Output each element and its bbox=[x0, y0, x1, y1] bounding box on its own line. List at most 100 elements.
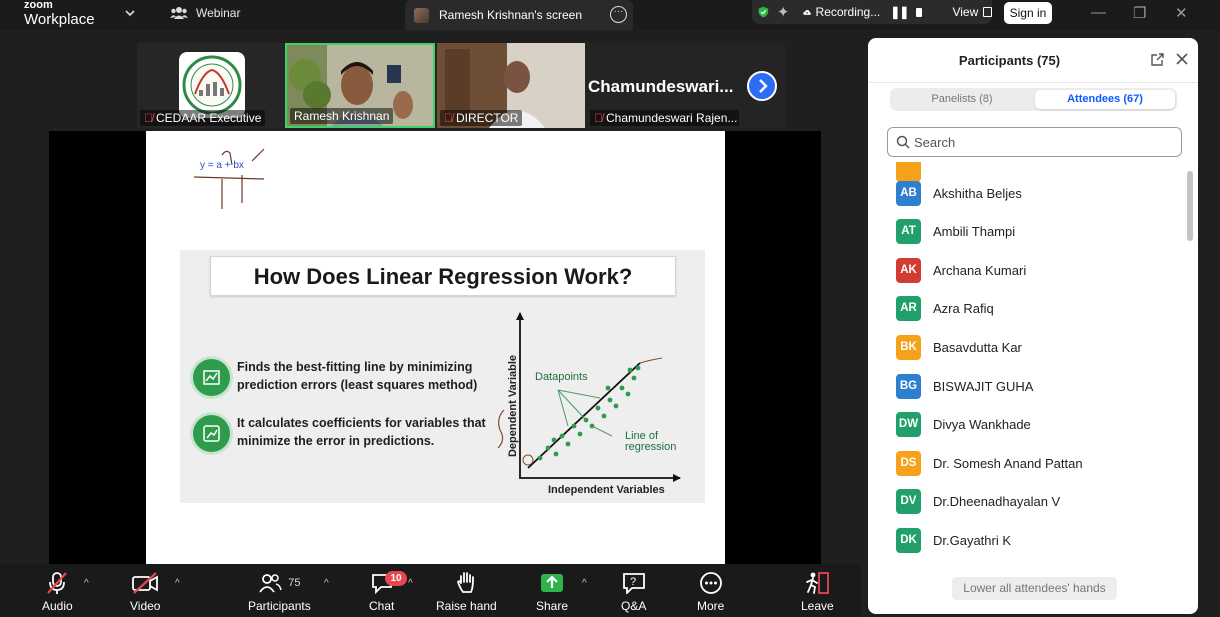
minimize-window-icon[interactable]: — bbox=[1091, 4, 1106, 21]
search-icon bbox=[896, 135, 910, 149]
attendee-name: BISWAJIT GUHA bbox=[933, 378, 1034, 394]
restore-window-icon[interactable]: ❐ bbox=[1133, 4, 1146, 22]
muted-mic-icon: 🎙̸ bbox=[594, 111, 603, 125]
participant-count: 75 bbox=[288, 577, 301, 589]
audio-options-caret[interactable]: ^ bbox=[84, 578, 89, 589]
chat-label: Chat bbox=[369, 599, 395, 613]
audio-button[interactable]: Audio bbox=[42, 570, 73, 613]
next-page-button[interactable] bbox=[747, 71, 777, 101]
share-options-caret[interactable]: ^ bbox=[582, 578, 587, 589]
attendee-row[interactable]: AT Ambili Thampi bbox=[868, 213, 1186, 251]
video-tile[interactable]: 🎙̸ DIRECTOR bbox=[437, 43, 585, 128]
qa-button[interactable]: ? Q&A bbox=[621, 570, 646, 613]
attendee-row[interactable]: DW Divya Wankhade bbox=[868, 406, 1186, 444]
attendee-row[interactable]: DK Dr.Gayathri K bbox=[868, 521, 1186, 559]
pop-out-icon[interactable] bbox=[1150, 52, 1165, 67]
leave-button[interactable]: Leave bbox=[801, 570, 834, 613]
tab-panelists[interactable]: Panelists (8) bbox=[890, 88, 1034, 111]
chat-options-caret[interactable]: ^ bbox=[408, 578, 413, 589]
stop-recording-button[interactable] bbox=[916, 7, 923, 17]
grid-view-icon[interactable] bbox=[983, 7, 992, 17]
tile-name-tag: 🎙̸ CEDAAR Executive bbox=[140, 110, 266, 126]
avatar: AT bbox=[896, 219, 921, 245]
webinar-label: Webinar bbox=[196, 6, 241, 20]
raise-hand-icon bbox=[457, 572, 475, 593]
participant-name: CEDAAR Executive bbox=[156, 111, 262, 125]
tile-name-tag: Ramesh Krishnan bbox=[290, 108, 394, 124]
avatar: DV bbox=[896, 489, 921, 515]
muted-mic-icon: 🎙̸ bbox=[444, 111, 453, 125]
audio-label: Audio bbox=[42, 599, 73, 613]
lower-all-hands-button[interactable]: Lower all attendees' hands bbox=[952, 577, 1117, 600]
recording-bar: ✦ Recording... ❚❚ View bbox=[752, 0, 992, 24]
raise-hand-button[interactable]: Raise hand bbox=[436, 570, 497, 613]
webinar-button[interactable]: Webinar bbox=[170, 6, 240, 20]
attendee-row[interactable]: DS Dr. Somesh Anand Pattan bbox=[868, 444, 1186, 482]
tile-name-tag: 🎙̸ Chamundeswari Rajen... bbox=[590, 110, 739, 126]
search-input[interactable] bbox=[914, 132, 1164, 152]
shared-screen-tab[interactable]: Ramesh Krishnan's screen ··· bbox=[405, 0, 633, 30]
participant-name: Ramesh Krishnan bbox=[294, 109, 390, 123]
more-options-icon[interactable]: ··· bbox=[610, 6, 627, 23]
participants-panel: Participants (75) Panelists (8) Attendee… bbox=[868, 38, 1198, 614]
bullet-text: It calculates coefficients for variables… bbox=[237, 414, 486, 450]
bullet-text: Finds the best-fitting line by minimizin… bbox=[237, 358, 477, 394]
participant-name: Chamundeswari Rajen... bbox=[606, 111, 738, 125]
video-tile-active-speaker[interactable]: Ramesh Krishnan bbox=[285, 43, 435, 128]
avatar: DW bbox=[896, 412, 921, 438]
meeting-toolbar: Audio ^ Video ^ 75 Participants ^ Chat ^… bbox=[0, 564, 861, 617]
video-options-caret[interactable]: ^ bbox=[175, 578, 180, 589]
view-button[interactable]: View bbox=[952, 5, 978, 19]
presentation-slide: y = a + bx How Does Linear Regression Wo… bbox=[146, 131, 725, 564]
video-tile[interactable]: Chamundeswari... 🎙̸ Chamundeswari Rajen..… bbox=[587, 43, 739, 128]
attendee-row[interactable]: AR Azra Rafiq bbox=[868, 290, 1186, 328]
attendee-row[interactable]: BG BISWAJIT GUHA bbox=[868, 367, 1186, 405]
video-button[interactable]: Video bbox=[130, 570, 160, 613]
attendee-row[interactable]: AB Akshitha Beljes bbox=[868, 174, 1186, 212]
share-button[interactable]: Share bbox=[536, 570, 568, 613]
video-tile[interactable]: 🎙̸ CEDAAR Executive bbox=[137, 43, 283, 128]
mic-muted-icon bbox=[47, 572, 68, 594]
tab-attendees[interactable]: Attendees (67) bbox=[1035, 90, 1175, 109]
attendee-row[interactable]: BK Basavdutta Kar bbox=[868, 328, 1186, 366]
video-off-icon bbox=[132, 572, 159, 594]
calculate-icon bbox=[193, 415, 230, 452]
attendee-name: Dr. Somesh Anand Pattan bbox=[933, 455, 1083, 471]
attendee-name: Dr.Gayathri K bbox=[933, 532, 1012, 548]
chevron-right-icon bbox=[759, 79, 768, 93]
attendee-name: Archana Kumari bbox=[933, 262, 1027, 278]
slide-title: How Does Linear Regression Work? bbox=[210, 256, 676, 296]
zoom-workplace-logo: zoom Workplace bbox=[24, 0, 95, 27]
close-icon[interactable] bbox=[1175, 52, 1189, 66]
more-button[interactable]: More bbox=[697, 570, 724, 613]
ai-companion-icon[interactable]: ✦ bbox=[777, 3, 790, 21]
attendee-row[interactable]: AK Archana Kumari bbox=[868, 251, 1186, 289]
more-label: More bbox=[697, 599, 725, 613]
slide-content-panel: How Does Linear Regression Work? Finds t… bbox=[180, 250, 705, 503]
security-shield-icon[interactable] bbox=[758, 3, 769, 21]
search-box[interactable] bbox=[887, 127, 1182, 157]
participants-button[interactable]: 75 Participants bbox=[248, 570, 311, 613]
video-label: Video bbox=[130, 599, 161, 613]
panel-title: Participants (75) bbox=[958, 53, 1061, 68]
attendee-name: Azra Rafiq bbox=[933, 301, 994, 317]
divider bbox=[868, 82, 1198, 83]
video-strip: 🎙̸ CEDAAR Executive Ramesh Krishnan 🎙̸ D… bbox=[137, 43, 785, 128]
attendee-name: Divya Wankhade bbox=[933, 417, 1031, 433]
participants-options-caret[interactable]: ^ bbox=[324, 578, 329, 589]
screen-tab-title: Ramesh Krishnan's screen bbox=[439, 8, 583, 22]
leave-icon bbox=[806, 572, 830, 594]
attendee-row[interactable]: DV Dr.Dheenadhayalan V bbox=[868, 483, 1186, 521]
avatar: BK bbox=[896, 334, 921, 360]
chevron-down-icon[interactable] bbox=[124, 7, 136, 19]
avatar: AB bbox=[896, 180, 921, 206]
tile-name-tag: 🎙̸ DIRECTOR bbox=[440, 110, 523, 126]
pause-recording-button[interactable]: ❚❚ bbox=[890, 5, 909, 19]
bullet-line: minimize the error in predictions. bbox=[237, 434, 435, 448]
sign-in-button[interactable]: Sign in bbox=[1004, 2, 1052, 24]
share-label: Share bbox=[536, 599, 569, 613]
avatar: AK bbox=[896, 257, 921, 283]
list-scrollbar[interactable] bbox=[1187, 171, 1193, 241]
participants-icon bbox=[259, 574, 282, 593]
close-window-icon[interactable]: ✕ bbox=[1175, 4, 1188, 22]
